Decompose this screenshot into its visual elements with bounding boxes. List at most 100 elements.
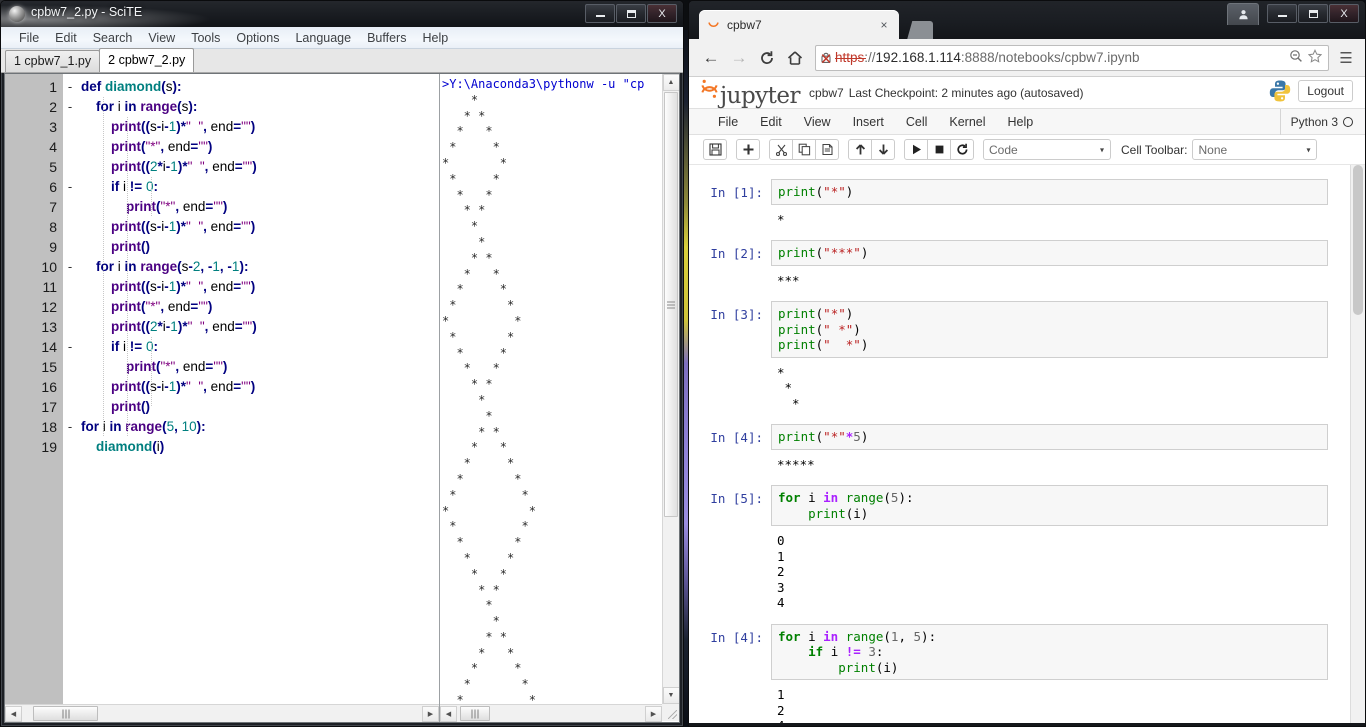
code-line[interactable]: diamond(i)	[81, 437, 439, 457]
cell-input[interactable]: print("*") print(" *") print(" *")	[771, 301, 1328, 358]
cell-input[interactable]: print("*")	[771, 179, 1328, 205]
notebook-scrollbar[interactable]	[1350, 165, 1365, 723]
menu-item-file[interactable]: File	[11, 29, 47, 47]
jp-menu-view[interactable]: View	[793, 115, 842, 129]
cut-cell-button[interactable]	[769, 139, 793, 160]
fold-toggle[interactable]: -	[63, 177, 77, 197]
maximize-button[interactable]	[616, 4, 646, 23]
notebook-cell[interactable]: In [5]: for i in range(5): print(i) 0 1 2 …	[697, 485, 1328, 621]
fold-toggle[interactable]: -	[63, 417, 77, 437]
address-bar[interactable]: https://192.168.1.114:8888/notebooks/cpb…	[815, 44, 1329, 71]
code-line[interactable]: print("*", end="")	[81, 357, 439, 377]
fold-toggle[interactable]: -	[63, 337, 77, 357]
editor-scroll-area[interactable]: 1 2 3 4 5 6 7 8 9 10 11 12 13 14 15 16 17 18 19 ------ def…	[5, 74, 439, 704]
code-line[interactable]: print((s-i-1)*" ", end="")	[81, 117, 439, 137]
menu-item-view[interactable]: View	[140, 29, 183, 47]
save-button[interactable]	[703, 139, 727, 160]
jp-menu-help[interactable]: Help	[997, 115, 1045, 129]
fold-toggle[interactable]: -	[63, 257, 77, 277]
paste-cell-button[interactable]	[815, 139, 839, 160]
notebook-body[interactable]: In [1]: print("*") * In [2]: print("***") ***…	[689, 165, 1350, 723]
move-cell-down-button[interactable]	[871, 139, 895, 160]
jp-menu-cell[interactable]: Cell	[895, 115, 939, 129]
close-icon[interactable]: ×	[877, 18, 891, 32]
chrome-toolbar[interactable]: ← → https://192.168.1.114:8888/notebooks…	[689, 39, 1365, 77]
scroll-right-arrow[interactable]: ▶	[422, 705, 439, 722]
scite-buffer-tabbar[interactable]: 1 cpbw7_1.py 2 cpbw7_2.py	[1, 48, 683, 73]
cell-toolbar-select[interactable]: None ▾	[1192, 139, 1318, 160]
output-vscroll-thumb[interactable]	[664, 92, 678, 517]
fold-margin[interactable]: ------	[63, 74, 77, 704]
chrome-menu-button[interactable]: ☰	[1335, 49, 1357, 67]
notebook-cell[interactable]: In [3]: print("*") print(" *") print(" *"…	[697, 301, 1328, 421]
chrome-window-controls[interactable]: X	[1267, 4, 1359, 23]
copy-cell-button[interactable]	[792, 139, 816, 160]
notebook-scrollbar-thumb[interactable]	[1353, 165, 1363, 315]
menu-item-options[interactable]: Options	[228, 29, 287, 47]
notebook-cell[interactable]: In [4]: print("*"*5) *****	[697, 424, 1328, 482]
code-line[interactable]: print((2*i-1)*" ", end="")	[81, 317, 439, 337]
chrome-browser-window[interactable]: cpbw7 × X ← → https://192.168.1.114:8888…	[688, 0, 1366, 727]
cell-input[interactable]: print("*"*5)	[771, 424, 1328, 450]
jp-menu-edit[interactable]: Edit	[749, 115, 793, 129]
buffer-tab-2[interactable]: 2 cpbw7_2.py	[99, 48, 195, 72]
jp-menu-kernel[interactable]: Kernel	[938, 115, 996, 129]
move-cell-up-button[interactable]	[848, 139, 872, 160]
code-line[interactable]: print((s-i-1)*" ", end="")	[81, 277, 439, 297]
scroll-up-arrow[interactable]: ▲	[662, 74, 679, 91]
code-line[interactable]: print("*", end="")	[81, 297, 439, 317]
menu-item-language[interactable]: Language	[287, 29, 359, 47]
code-text[interactable]: def diamond(s): for i in range(s): print…	[77, 74, 439, 704]
code-line[interactable]: def diamond(s):	[81, 77, 439, 97]
menu-item-search[interactable]: Search	[85, 29, 141, 47]
buffer-tab-1[interactable]: 1 cpbw7_1.py	[5, 50, 101, 72]
chrome-titlebar[interactable]: cpbw7 × X	[689, 1, 1365, 39]
restart-kernel-button[interactable]	[950, 139, 974, 160]
star-icon[interactable]	[1305, 49, 1324, 66]
code-line[interactable]: for i in range(5, 10):	[81, 417, 439, 437]
notebook-cell[interactable]: In [1]: print("*") *	[697, 179, 1328, 237]
output-scroll-left-arrow[interactable]: ◀	[440, 705, 457, 722]
menu-item-edit[interactable]: Edit	[47, 29, 85, 47]
scite-menubar[interactable]: File Edit Search View Tools Options Lang…	[1, 27, 683, 49]
new-tab-button[interactable]	[907, 21, 933, 39]
code-line[interactable]: print()	[81, 237, 439, 257]
code-line[interactable]: print((2*i-1)*" ", end="")	[81, 157, 439, 177]
code-line[interactable]: print("*", end="")	[81, 197, 439, 217]
cell-input[interactable]: for i in range(1, 5): if i != 3: print(i…	[771, 623, 1328, 680]
kernel-indicator[interactable]: Python 3	[1279, 109, 1353, 135]
fold-toggle[interactable]: -	[63, 97, 77, 117]
scroll-down-arrow[interactable]: ▼	[662, 687, 679, 704]
minimize-button[interactable]	[585, 4, 615, 23]
insecure-lock-icon[interactable]	[819, 50, 834, 65]
user-profile-button[interactable]	[1227, 3, 1259, 25]
jupyter-menubar[interactable]: File Edit View Insert Cell Kernel Help P…	[689, 109, 1365, 135]
menu-item-help[interactable]: Help	[414, 29, 456, 47]
jp-menu-file[interactable]: File	[707, 115, 749, 129]
jupyter-toolbar[interactable]: Code ▾ Cell Toolbar: None ▾	[689, 135, 1365, 165]
editor-horizontal-scrollbar[interactable]: ◀ ▶	[5, 704, 439, 722]
run-cell-button[interactable]	[904, 139, 928, 160]
maximize-button[interactable]	[1298, 4, 1328, 23]
output-pane[interactable]: >Y:\Anaconda3\pythonw -u "cp * * * * * *…	[440, 74, 679, 722]
reload-button[interactable]	[753, 44, 781, 72]
editor-hscroll-thumb[interactable]	[33, 706, 98, 721]
close-button[interactable]: X	[1329, 4, 1359, 23]
code-line[interactable]: if i != 0:	[81, 177, 439, 197]
scroll-left-arrow[interactable]: ◀	[5, 705, 22, 722]
interrupt-kernel-button[interactable]	[927, 139, 951, 160]
cell-type-select[interactable]: Code ▾	[983, 139, 1111, 160]
code-line[interactable]: print((s-i-1)*" ", end="")	[81, 377, 439, 397]
browser-tab-cpbw7[interactable]: cpbw7 ×	[699, 10, 899, 39]
scite-titlebar[interactable]: cpbw7_2.py - SciTE X	[1, 1, 683, 27]
editor-pane[interactable]: 1 2 3 4 5 6 7 8 9 10 11 12 13 14 15 16 17 18 19 ------ def…	[5, 74, 440, 722]
menu-item-buffers[interactable]: Buffers	[359, 29, 414, 47]
home-button[interactable]	[781, 44, 809, 72]
minimize-button[interactable]	[1267, 4, 1297, 23]
logout-button[interactable]: Logout	[1298, 80, 1353, 102]
notebook-cell[interactable]: In [4]: for i in range(1, 5): if i != 3: …	[697, 623, 1328, 723]
output-scroll-right-arrow[interactable]: ▶	[645, 705, 662, 722]
jupyter-logo[interactable]: jupyter	[701, 78, 801, 108]
code-line[interactable]: print()	[81, 397, 439, 417]
jp-menu-insert[interactable]: Insert	[842, 115, 895, 129]
